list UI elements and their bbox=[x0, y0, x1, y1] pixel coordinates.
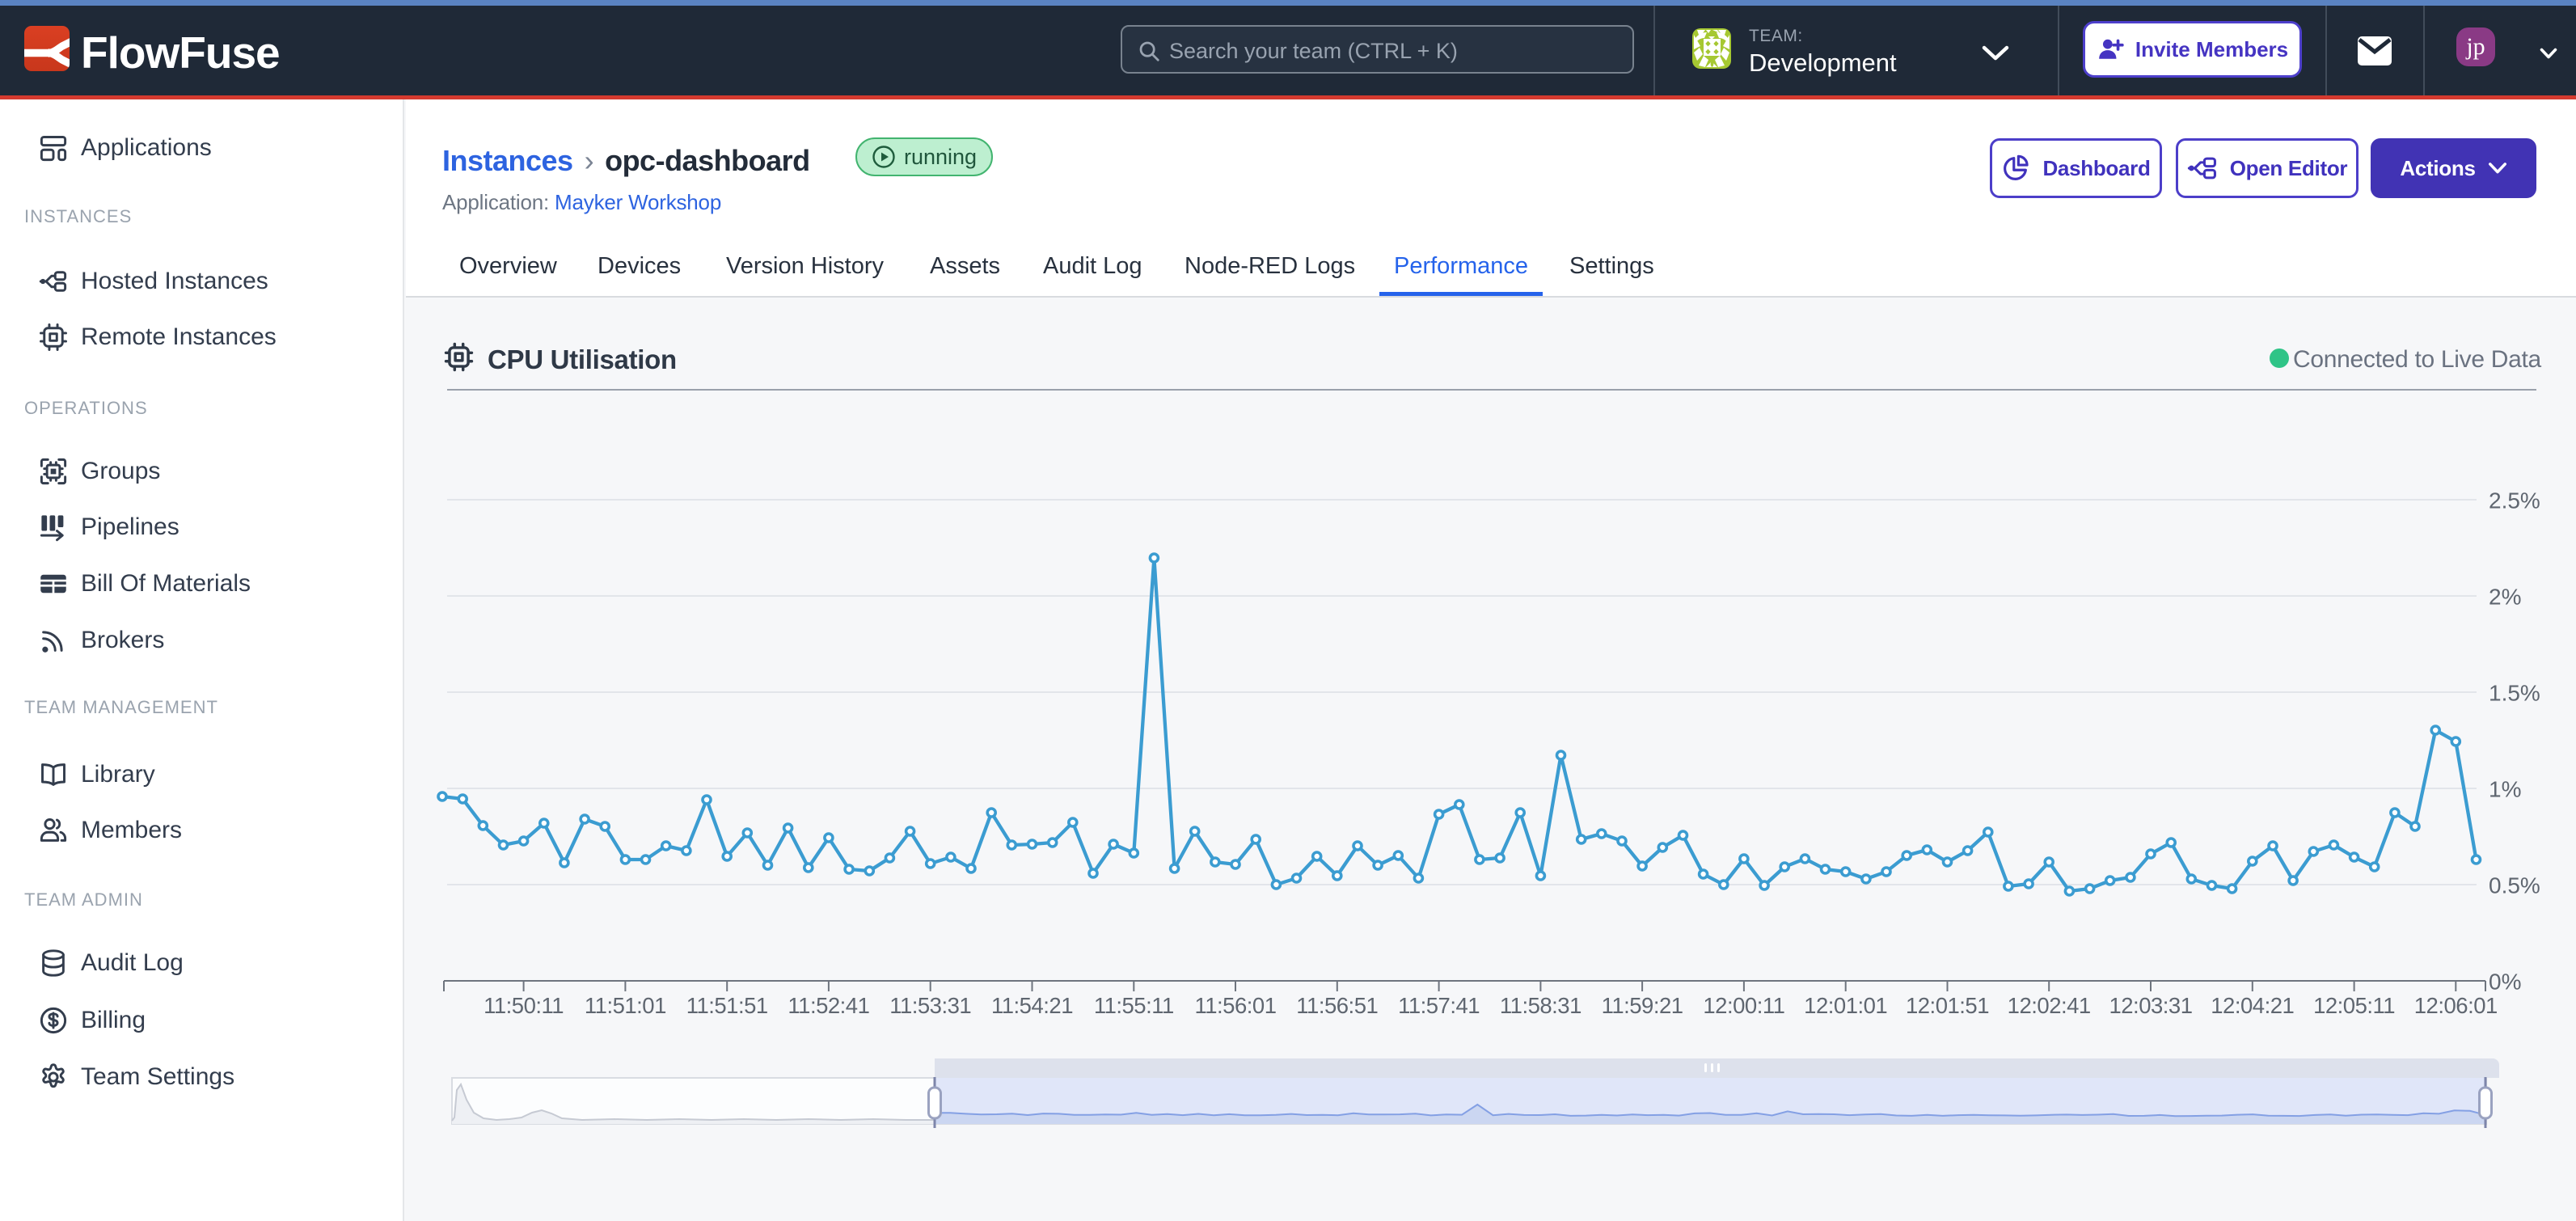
svg-text:11:54:21: 11:54:21 bbox=[991, 993, 1073, 1018]
svg-text:12:00:11: 12:00:11 bbox=[1703, 993, 1784, 1018]
svg-text:11:51:51: 11:51:51 bbox=[686, 993, 768, 1018]
svg-text:11:56:01: 11:56:01 bbox=[1194, 993, 1276, 1018]
svg-text:11:56:51: 11:56:51 bbox=[1296, 993, 1378, 1018]
svg-text:12:01:01: 12:01:01 bbox=[1804, 993, 1887, 1018]
svg-text:12:02:41: 12:02:41 bbox=[2008, 993, 2091, 1018]
svg-text:11:52:41: 11:52:41 bbox=[788, 993, 869, 1018]
svg-text:1.5%: 1.5% bbox=[2489, 681, 2540, 706]
svg-text:12:05:11: 12:05:11 bbox=[2313, 993, 2395, 1018]
svg-text:2%: 2% bbox=[2489, 585, 2521, 610]
svg-text:11:53:31: 11:53:31 bbox=[889, 993, 971, 1018]
svg-text:11:55:11: 11:55:11 bbox=[1094, 993, 1174, 1018]
svg-text:11:57:41: 11:57:41 bbox=[1398, 993, 1480, 1018]
svg-text:12:01:51: 12:01:51 bbox=[1906, 993, 1989, 1018]
svg-text:11:51:01: 11:51:01 bbox=[585, 993, 666, 1018]
svg-text:12:04:21: 12:04:21 bbox=[2211, 993, 2294, 1018]
svg-text:12:06:01: 12:06:01 bbox=[2414, 993, 2498, 1018]
svg-text:11:58:31: 11:58:31 bbox=[1500, 993, 1581, 1018]
svg-text:0.5%: 0.5% bbox=[2489, 873, 2540, 898]
svg-text:2.5%: 2.5% bbox=[2489, 488, 2540, 513]
svg-text:1%: 1% bbox=[2489, 777, 2521, 802]
svg-text:0%: 0% bbox=[2489, 970, 2521, 995]
svg-text:11:59:21: 11:59:21 bbox=[1602, 993, 1683, 1018]
svg-text:11:50:11: 11:50:11 bbox=[484, 993, 564, 1018]
svg-text:12:03:31: 12:03:31 bbox=[2109, 993, 2192, 1018]
